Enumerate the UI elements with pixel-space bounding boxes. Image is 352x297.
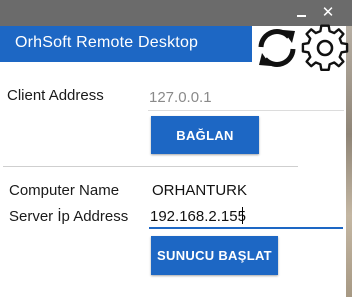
text-caret xyxy=(242,207,243,224)
section-divider xyxy=(3,166,298,167)
server-ip-underline xyxy=(149,227,343,229)
client-address-underline xyxy=(148,110,344,111)
app-window: ✕ OrhSoft Remote Desktop Client Address … xyxy=(0,0,352,297)
app-title: OrhSoft Remote Desktop xyxy=(15,34,199,51)
server-ip-input[interactable]: 192.168.2.155 xyxy=(150,208,246,225)
refresh-icon[interactable] xyxy=(255,27,299,69)
client-address-input[interactable]: 127.0.0.1 xyxy=(149,89,212,106)
app-header: OrhSoft Remote Desktop xyxy=(0,26,252,62)
client-address-label: Client Address xyxy=(7,87,104,104)
gear-icon[interactable] xyxy=(300,23,350,73)
start-server-button[interactable]: SUNUCU BAŞLAT xyxy=(151,236,278,275)
server-ip-label: Server İp Address xyxy=(9,208,129,225)
computer-name-label: Computer Name xyxy=(9,182,120,199)
connect-button[interactable]: BAĞLAN xyxy=(151,116,259,154)
computer-name-value: ORHANTURK xyxy=(152,182,248,199)
minimize-icon[interactable] xyxy=(291,3,311,21)
close-icon[interactable]: ✕ xyxy=(318,3,338,21)
